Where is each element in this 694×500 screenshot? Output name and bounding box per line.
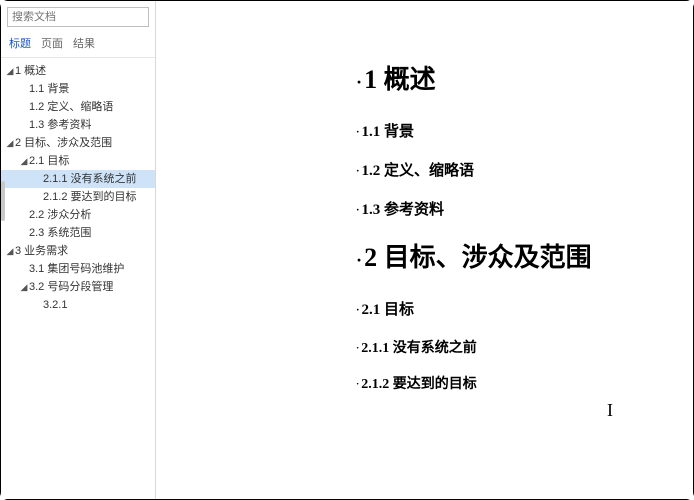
tree-item[interactable]: 3.2.1 xyxy=(1,296,155,314)
nav-tabs: 标题 页面 结果 xyxy=(1,31,155,58)
tree-item[interactable]: 1.2 定义、缩略语 xyxy=(1,98,155,116)
tree-label: 2.2 涉众分析 xyxy=(29,206,151,224)
heading-2: 2.1 目标 xyxy=(356,298,693,319)
heading-2: 1.3 参考资料 xyxy=(356,198,693,219)
heading-3: 2.1.1 没有系统之前 xyxy=(356,337,693,357)
tree-label: 1 概述 xyxy=(15,62,151,80)
outline-tree: ◢1 概述 1.1 背景 1.2 定义、缩略语 1.3 参考资料 ◢2 目标、涉… xyxy=(1,58,155,499)
tree-label: 2.1.2 要达到的目标 xyxy=(43,188,151,206)
heading-2: 1.2 定义、缩略语 xyxy=(356,159,693,180)
search-box[interactable] xyxy=(7,7,149,27)
page-content: 1 概述 1.1 背景 1.2 定义、缩略语 1.3 参考资料 2 目标、涉众及… xyxy=(206,1,693,409)
tree-label: 3.1 集团号码池维护 xyxy=(29,260,151,278)
scrollbar-thumb[interactable] xyxy=(1,181,5,221)
tab-results[interactable]: 结果 xyxy=(73,35,95,51)
tree-label: 2 目标、涉众及范围 xyxy=(15,134,151,152)
tree-item[interactable]: 2.3 系统范围 xyxy=(1,224,155,242)
text-cursor-icon: I xyxy=(607,400,613,421)
search-container xyxy=(1,1,155,31)
collapse-icon[interactable]: ◢ xyxy=(19,278,29,296)
tree-label: 3.2 号码分段管理 xyxy=(29,278,151,296)
document-area[interactable]: 1 概述 1.1 背景 1.2 定义、缩略语 1.3 参考资料 2 目标、涉众及… xyxy=(156,1,693,499)
heading-1: 2 目标、涉众及范围 xyxy=(356,237,693,274)
tree-label: 3 业务需求 xyxy=(15,242,151,260)
collapse-icon[interactable]: ◢ xyxy=(19,152,29,170)
tree-label: 3.2.1 xyxy=(43,296,151,314)
tree-label: 1.1 背景 xyxy=(29,80,151,98)
tree-item-selected[interactable]: 2.1.1 没有系统之前 xyxy=(1,170,155,188)
navigation-pane: 标题 页面 结果 ◢1 概述 1.1 背景 1.2 定义、缩略语 1.3 参考资… xyxy=(1,1,156,499)
heading-2: 1.1 背景 xyxy=(356,120,693,141)
collapse-icon[interactable]: ◢ xyxy=(5,62,15,80)
heading-1: 1 概述 xyxy=(356,59,693,96)
heading-3: 2.1.2 要达到的目标 xyxy=(356,373,693,393)
tree-item[interactable]: 2.1.2 要达到的目标 xyxy=(1,188,155,206)
tab-headings[interactable]: 标题 xyxy=(9,35,31,51)
tree-label: 2.3 系统范围 xyxy=(29,224,151,242)
tree-item[interactable]: 2.2 涉众分析 xyxy=(1,206,155,224)
tree-item[interactable]: 3.1 集团号码池维护 xyxy=(1,260,155,278)
tree-item[interactable]: ◢1 概述 xyxy=(1,62,155,80)
tree-item[interactable]: ◢2 目标、涉众及范围 xyxy=(1,134,155,152)
tree-item[interactable]: 1.3 参考资料 xyxy=(1,116,155,134)
collapse-icon[interactable]: ◢ xyxy=(5,134,15,152)
collapse-icon[interactable]: ◢ xyxy=(5,242,15,260)
tree-item[interactable]: 1.1 背景 xyxy=(1,80,155,98)
tree-item[interactable]: ◢3 业务需求 xyxy=(1,242,155,260)
tree-item[interactable]: ◢3.2 号码分段管理 xyxy=(1,278,155,296)
tree-label: 2.1 目标 xyxy=(29,152,151,170)
tree-label: 1.3 参考资料 xyxy=(29,116,151,134)
tree-label: 2.1.1 没有系统之前 xyxy=(43,170,151,188)
tree-label: 1.2 定义、缩略语 xyxy=(29,98,151,116)
search-input[interactable] xyxy=(8,11,158,23)
tab-pages[interactable]: 页面 xyxy=(41,35,63,51)
tree-item[interactable]: ◢2.1 目标 xyxy=(1,152,155,170)
